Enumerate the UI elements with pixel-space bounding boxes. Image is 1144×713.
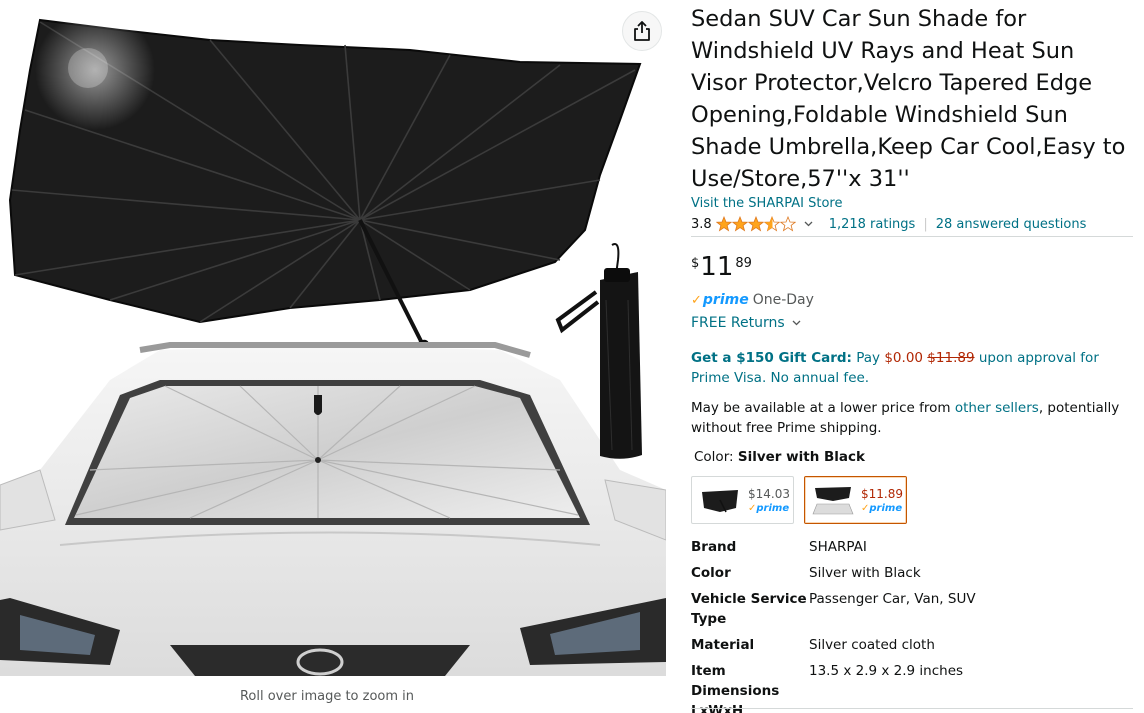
prime-logo: ✓ prime [691, 292, 749, 308]
spec-value: Silver with Black [809, 565, 921, 581]
lower-price-notice: May be available at a lower price from o… [691, 398, 1133, 438]
chevron-down-icon [804, 221, 813, 227]
star-half-icon [763, 216, 780, 232]
product-overview-table: Brand SHARPAI Color Silver with Black Ve… [691, 537, 1133, 713]
color-swatch-silver-with-black[interactable]: $11.89 ✓prime [804, 476, 907, 524]
color-swatch-black[interactable]: $14.03 ✓prime [691, 476, 794, 524]
spec-row-item-dimensions: Item Dimensions LxWxH 13.5 x 2.9 x 2.9 i… [691, 661, 1133, 713]
prime-check-icon: ✓ [691, 292, 702, 308]
chevron-down-icon [792, 320, 801, 326]
star-empty-icon [779, 216, 796, 232]
price-symbol: $ [691, 256, 700, 271]
sunshade-car-illustration [0, 10, 666, 676]
product-title: Sedan SUV Car Sun Shade for Windshield U… [691, 6, 1126, 192]
rating-separator: | [923, 216, 928, 232]
swatch-thumbnail [812, 487, 854, 515]
spec-label: Vehicle Service Type [691, 591, 807, 627]
share-button[interactable] [622, 11, 662, 51]
rating-popover-toggle[interactable] [804, 221, 813, 227]
spec-label: Material [691, 637, 755, 653]
spec-row-color: Color Silver with Black [691, 563, 1133, 583]
swatch-prime-text: prime [756, 502, 790, 514]
price-fraction: 89 [735, 256, 752, 271]
swatch-prime-text: prime [869, 502, 903, 514]
spec-value: Silver coated cloth [809, 637, 935, 653]
swatch-prime-badge: ✓prime [861, 503, 902, 514]
ratings-count-link[interactable]: 1,218 ratings [829, 217, 916, 232]
gift-card-strike-price: $11.89 [927, 350, 975, 366]
swatch-price: $11.89 [861, 486, 903, 501]
gift-card-pay: Pay [856, 350, 881, 366]
prime-delivery-speed: One-Day [752, 292, 814, 308]
spec-row-vehicle-service-type: Vehicle Service Type Passenger Car, Van,… [691, 589, 1133, 629]
spec-value: SHARPAI [809, 539, 867, 555]
divider [691, 708, 1133, 709]
color-label: Color: [694, 449, 734, 465]
swatch-price: $14.03 [748, 486, 790, 501]
swatch-prime-badge: ✓prime [748, 503, 789, 514]
gift-card-lead: Get a $150 Gift Card: [691, 350, 852, 366]
other-sellers-link[interactable]: other sellers [955, 400, 1039, 416]
spec-label: Item Dimensions LxWxH [691, 663, 780, 713]
free-returns-label: FREE Returns [691, 315, 785, 331]
rating-value: 3.8 [691, 216, 712, 232]
star-full-icon [747, 216, 764, 232]
color-selector-label: Color: Silver with Black [694, 449, 865, 465]
price: $ 11 89 [691, 252, 752, 282]
prime-delivery[interactable]: ✓ prime One-Day [691, 292, 814, 308]
product-main-image[interactable] [0, 0, 666, 676]
spec-label: Color [691, 565, 731, 581]
color-value: Silver with Black [737, 449, 866, 465]
zoom-hint: Roll over image to zoom in [239, 689, 415, 704]
store-link[interactable]: Visit the SHARPAI Store [691, 196, 842, 211]
spec-row-material: Material Silver coated cloth [691, 635, 1133, 655]
star-rating[interactable] [715, 216, 796, 232]
spec-row-brand: Brand SHARPAI [691, 537, 1133, 557]
gift-card-price: $0.00 [884, 350, 923, 366]
image-gallery: Roll over image to zoom in [0, 0, 666, 713]
price-whole: 11 [700, 252, 734, 282]
returns-chevron [792, 320, 801, 326]
spec-value: Passenger Car, Van, SUV [809, 591, 976, 607]
spec-label: Brand [691, 539, 737, 555]
share-icon [634, 21, 650, 41]
divider [691, 236, 1133, 237]
rating-row: 3.8 1,218 ratings | 28 answered question… [691, 216, 1086, 232]
lower-price-lead: May be available at a lower price from [691, 400, 951, 416]
star-full-icon [731, 216, 748, 232]
gift-card-offer[interactable]: Get a $150 Gift Card: Pay $0.00 $11.89 u… [691, 348, 1133, 388]
swatch-thumbnail [702, 490, 738, 513]
star-full-icon [715, 216, 732, 232]
prime-logo-text: prime [702, 292, 749, 308]
answered-questions-link[interactable]: 28 answered questions [936, 217, 1087, 232]
spec-value: 13.5 x 2.9 x 2.9 inches [809, 663, 964, 679]
free-returns[interactable]: FREE Returns [691, 315, 801, 331]
